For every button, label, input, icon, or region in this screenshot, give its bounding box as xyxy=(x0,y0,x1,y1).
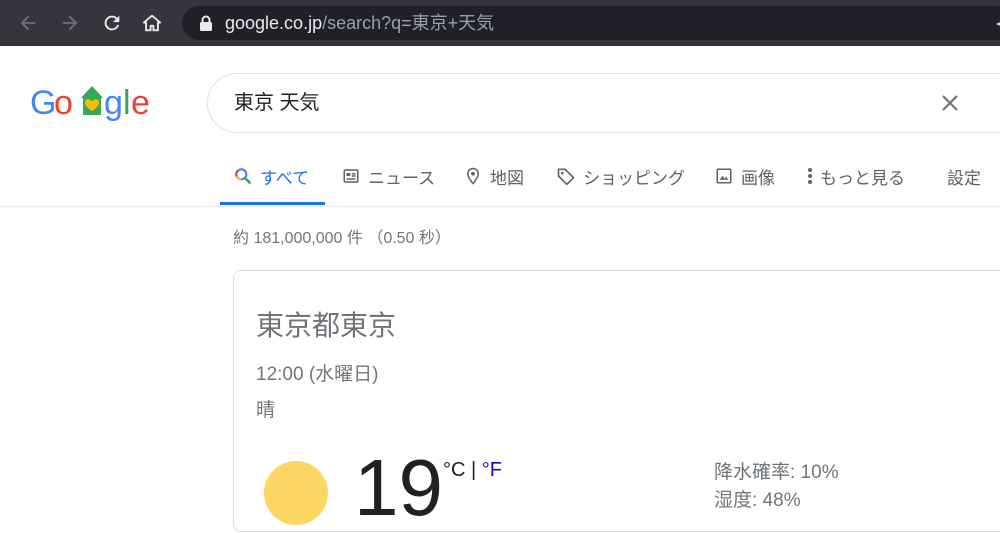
weather-card: 東京都東京 12:00 (水曜日) 晴 19 °C | °F 降水確率: 10%… xyxy=(233,270,1000,532)
tab-label: 設定 xyxy=(947,168,981,188)
fahrenheit-unit[interactable]: °F xyxy=(482,459,502,481)
image-icon xyxy=(713,165,735,187)
url-path: /search?q=東京+天気 xyxy=(322,13,495,33)
tab-label: ショッピング xyxy=(583,168,685,188)
tab-label: すべて xyxy=(260,168,310,188)
home-icon[interactable] xyxy=(140,11,164,35)
map-pin-icon xyxy=(462,165,484,187)
tab-shopping[interactable]: ショッピング xyxy=(555,164,685,188)
tab-label: 画像 xyxy=(741,168,775,188)
svg-text:G: G xyxy=(30,84,56,122)
result-stats: 約 181,000,000 件 （0.50 秒） xyxy=(233,230,451,247)
weather-location[interactable]: 東京都東京 xyxy=(256,309,396,343)
location-target-icon[interactable] xyxy=(996,14,1000,39)
clear-icon[interactable] xyxy=(938,91,962,115)
unit-toggle: °C | °F xyxy=(443,459,502,482)
more-vert-icon xyxy=(804,165,816,187)
tab-label: 地図 xyxy=(490,168,524,188)
forward-arrow-icon[interactable] xyxy=(58,11,82,35)
search-box[interactable]: 東京 天気 xyxy=(207,73,1000,133)
precipitation-text: 降水確率: 10% xyxy=(714,462,839,483)
celsius-unit[interactable]: °C xyxy=(443,459,465,481)
browser-toolbar: google.co.jp/search?q=東京+天気 xyxy=(0,0,1000,46)
lock-icon xyxy=(199,15,213,36)
svg-text:g: g xyxy=(104,84,123,122)
news-icon xyxy=(340,165,362,187)
humidity-text: 湿度: 48% xyxy=(714,490,801,511)
reload-icon[interactable] xyxy=(100,11,124,35)
address-bar[interactable]: google.co.jp/search?q=東京+天気 xyxy=(182,6,1000,40)
sunny-icon xyxy=(264,461,328,525)
active-tab-indicator xyxy=(220,202,325,205)
weather-condition: 晴 xyxy=(256,400,276,421)
temperature-value: 19 xyxy=(354,443,443,532)
search-tabs: すべて ニュース 地図 ショッピング 画像 もっと見る 設定 xyxy=(0,150,1000,207)
tab-maps[interactable]: 地図 xyxy=(462,164,524,188)
google-logo[interactable]: G o g l e xyxy=(30,80,154,126)
tab-label: もっと見る xyxy=(820,168,905,188)
tab-more[interactable]: もっと見る xyxy=(804,164,905,188)
url-host: google.co.jp xyxy=(225,13,323,33)
svg-text:l: l xyxy=(123,84,131,122)
search-icon xyxy=(232,165,254,187)
unit-separator: | xyxy=(465,459,482,481)
tag-icon xyxy=(555,165,577,187)
svg-text:o: o xyxy=(54,84,73,122)
search-input[interactable]: 東京 天気 xyxy=(234,91,320,115)
weather-time: 12:00 (水曜日) xyxy=(256,364,379,385)
back-arrow-icon[interactable] xyxy=(16,11,40,35)
tab-all[interactable]: すべて xyxy=(232,164,309,188)
tab-news[interactable]: ニュース xyxy=(340,164,435,188)
tab-settings[interactable]: 設定 xyxy=(947,164,981,188)
svg-text:e: e xyxy=(131,84,150,122)
url-text: google.co.jp/search?q=東京+天気 xyxy=(225,12,494,34)
tab-images[interactable]: 画像 xyxy=(713,164,775,188)
tab-label: ニュース xyxy=(368,168,436,188)
